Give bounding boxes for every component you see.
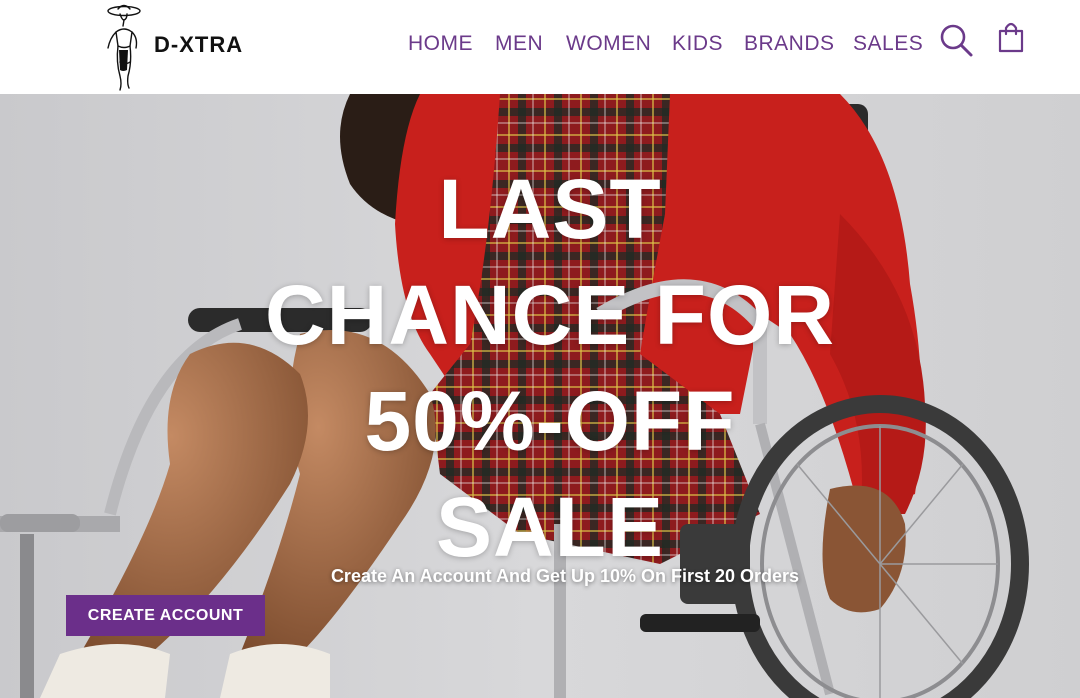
hero-title: LAST CHANCE FOR 50%-OFF SALE — [200, 156, 900, 580]
shopping-bag-icon — [998, 22, 1024, 53]
hero-banner: LAST CHANCE FOR 50%-OFF SALE Create An A… — [0, 94, 1080, 698]
fashion-woman-figure-icon[interactable] — [100, 2, 146, 92]
site-header: D-XTRA HOME MEN WOMEN KIDS BRANDS SALES — [0, 0, 1080, 94]
hero-title-line: CHANCE FOR — [265, 268, 835, 362]
create-account-button[interactable]: CREATE ACCOUNT — [66, 595, 265, 636]
brand-name[interactable]: D-XTRA — [154, 32, 243, 58]
hero-title-line: SALE — [435, 480, 665, 574]
nav-item-sales[interactable]: SALES — [853, 30, 923, 58]
search-button[interactable] — [938, 22, 974, 58]
nav-item-brands[interactable]: BRANDS — [744, 30, 835, 58]
nav-item-men[interactable]: MEN — [495, 30, 543, 58]
nav-item-women[interactable]: WOMEN — [566, 30, 651, 58]
cart-button[interactable] — [996, 20, 1026, 54]
hero-subtitle: Create An Account And Get Up 10% On Firs… — [330, 566, 800, 586]
search-icon — [940, 24, 973, 57]
nav-item-home[interactable]: HOME — [408, 30, 473, 58]
hero-title-line: LAST — [438, 162, 662, 256]
hero-title-line: 50%-OFF — [364, 374, 736, 468]
nav-item-kids[interactable]: KIDS — [672, 30, 723, 58]
